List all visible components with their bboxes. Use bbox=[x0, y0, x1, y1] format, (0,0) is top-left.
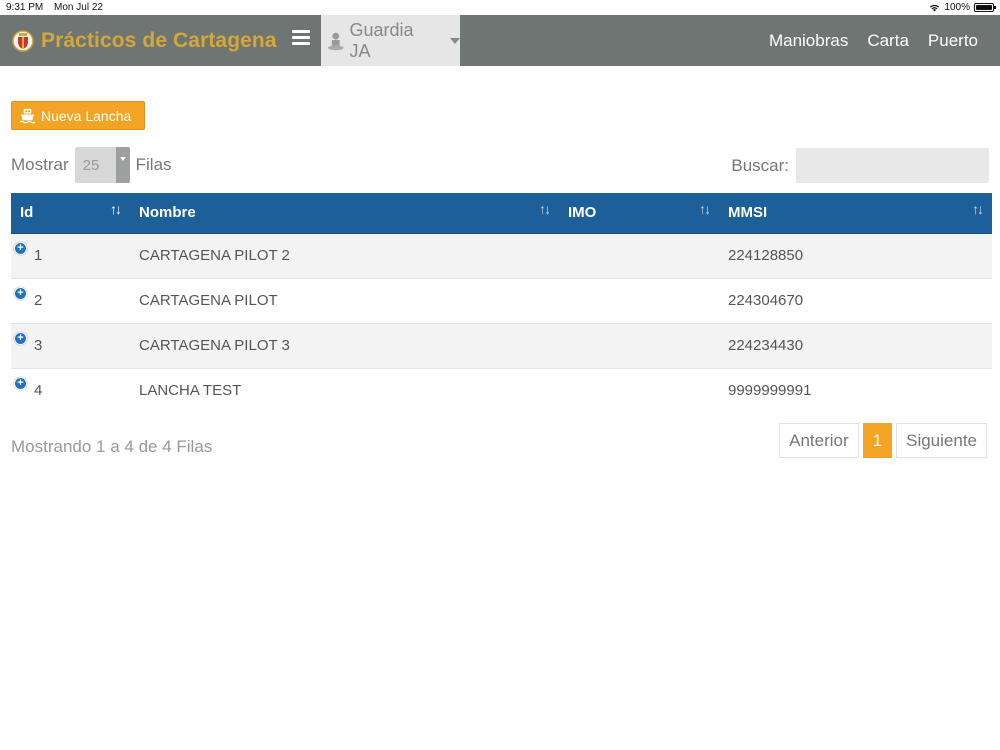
sort-icon: ↑↓ bbox=[539, 201, 551, 217]
table-header-row: Id ↑↓ Nombre ↑↓ IMO ↑↓ MMSI ↑↓ bbox=[11, 193, 992, 234]
wifi-icon bbox=[930, 4, 940, 12]
cell-mmsi: 9999999991 bbox=[719, 367, 992, 413]
nav-link-puerto[interactable]: Puerto bbox=[928, 31, 978, 51]
hamburger-menu-icon[interactable] bbox=[292, 30, 310, 46]
nav-link-carta[interactable]: Carta bbox=[867, 31, 909, 51]
battery-percent: 100% bbox=[944, 2, 970, 13]
cell-nombre: CARTAGENA PILOT 3 bbox=[130, 322, 559, 368]
page-length-select[interactable]: 25 bbox=[74, 147, 130, 183]
cell-id: +4 bbox=[11, 367, 130, 413]
table-row[interactable]: +3 CARTAGENA PILOT 3 224234430 bbox=[11, 322, 992, 368]
cell-imo bbox=[559, 367, 719, 413]
column-header-label: Nombre bbox=[139, 204, 196, 222]
status-time: 9:31 PM bbox=[6, 2, 44, 13]
sort-icon: ↑↓ bbox=[110, 201, 122, 217]
expand-plus-icon[interactable]: + bbox=[14, 331, 27, 345]
boats-table: Id ↑↓ Nombre ↑↓ IMO ↑↓ MMSI ↑↓ +1 CARTAG… bbox=[11, 193, 992, 413]
cell-mmsi: 224128850 bbox=[719, 232, 992, 278]
shield-logo-icon bbox=[12, 29, 34, 52]
user-dropdown[interactable]: Guardia JA bbox=[321, 15, 460, 66]
nav-link-maniobras[interactable]: Maniobras bbox=[769, 31, 848, 51]
cell-id: +3 bbox=[11, 322, 130, 368]
length-prefix: Mostrar bbox=[11, 155, 69, 174]
cell-nombre: LANCHA TEST bbox=[130, 367, 559, 413]
cell-imo bbox=[559, 322, 719, 368]
search-label: Buscar: bbox=[731, 155, 789, 175]
cell-id: +1 bbox=[11, 232, 130, 278]
pagination-page-1[interactable]: 1 bbox=[862, 423, 893, 458]
cell-imo bbox=[559, 277, 719, 323]
column-header-mmsi[interactable]: MMSI ↑↓ bbox=[719, 193, 992, 234]
search-control: Buscar: bbox=[731, 148, 989, 183]
status-bar: 9:31 PM Mon Jul 22 100% bbox=[0, 0, 1000, 15]
table-row[interactable]: +2 CARTAGENA PILOT 224304670 bbox=[11, 277, 992, 323]
page-length-value: 25 bbox=[82, 156, 100, 174]
battery-icon bbox=[974, 3, 996, 12]
cell-mmsi: 224304670 bbox=[719, 277, 992, 323]
user-name: Guardia JA bbox=[349, 19, 414, 61]
length-suffix: Filas bbox=[135, 155, 172, 174]
brand-title: Prácticos de Cartagena bbox=[41, 28, 277, 52]
cell-nombre: CARTAGENA PILOT 2 bbox=[130, 232, 559, 278]
user-icon bbox=[327, 32, 344, 50]
cell-id-value: 1 bbox=[34, 247, 43, 264]
page-length-control: Mostrar 25 Filas bbox=[11, 147, 172, 183]
cell-imo bbox=[559, 232, 719, 278]
cell-id-value: 4 bbox=[34, 382, 43, 400]
column-header-label: IMO bbox=[568, 204, 597, 222]
cell-nombre: CARTAGENA PILOT bbox=[130, 277, 559, 323]
cell-id: +2 bbox=[11, 277, 130, 323]
boat-icon bbox=[19, 108, 36, 124]
table-row[interactable]: +4 LANCHA TEST 9999999991 bbox=[11, 367, 992, 413]
expand-plus-icon[interactable]: + bbox=[14, 286, 27, 300]
column-header-id[interactable]: Id ↑↓ bbox=[11, 193, 130, 234]
nav-links: Maniobras Carta Puerto bbox=[769, 15, 978, 66]
column-header-imo[interactable]: IMO ↑↓ bbox=[559, 193, 719, 234]
sort-icon: ↑↓ bbox=[972, 201, 984, 217]
pagination: Anterior 1 Siguiente bbox=[779, 423, 987, 458]
status-date: Mon Jul 22 bbox=[54, 2, 103, 13]
expand-plus-icon[interactable]: + bbox=[14, 241, 27, 255]
navbar: Prácticos de Cartagena Guardia JA Maniob… bbox=[0, 15, 1000, 66]
column-header-label: MMSI bbox=[728, 204, 768, 222]
new-boat-label: Nueva Lancha bbox=[41, 107, 132, 124]
search-input[interactable] bbox=[796, 148, 989, 183]
pagination-next-button[interactable]: Siguiente bbox=[896, 423, 987, 458]
cell-mmsi: 224234430 bbox=[719, 322, 992, 368]
pagination-previous-button[interactable]: Anterior bbox=[779, 423, 859, 458]
column-header-nombre[interactable]: Nombre ↑↓ bbox=[130, 193, 559, 234]
table-row[interactable]: +1 CARTAGENA PILOT 2 224128850 bbox=[11, 232, 992, 278]
column-header-label: Id bbox=[20, 204, 34, 222]
cell-id-value: 3 bbox=[34, 337, 43, 354]
expand-plus-icon[interactable]: + bbox=[14, 376, 27, 390]
sort-icon: ↑↓ bbox=[699, 201, 711, 217]
cell-id-value: 2 bbox=[34, 292, 43, 309]
new-boat-button[interactable]: Nueva Lancha bbox=[11, 101, 145, 130]
chevron-down-icon bbox=[450, 37, 460, 44]
brand[interactable]: Prácticos de Cartagena bbox=[12, 15, 277, 66]
table-info: Mostrando 1 a 4 de 4 Filas bbox=[11, 437, 213, 456]
chevron-down-icon bbox=[115, 147, 130, 183]
